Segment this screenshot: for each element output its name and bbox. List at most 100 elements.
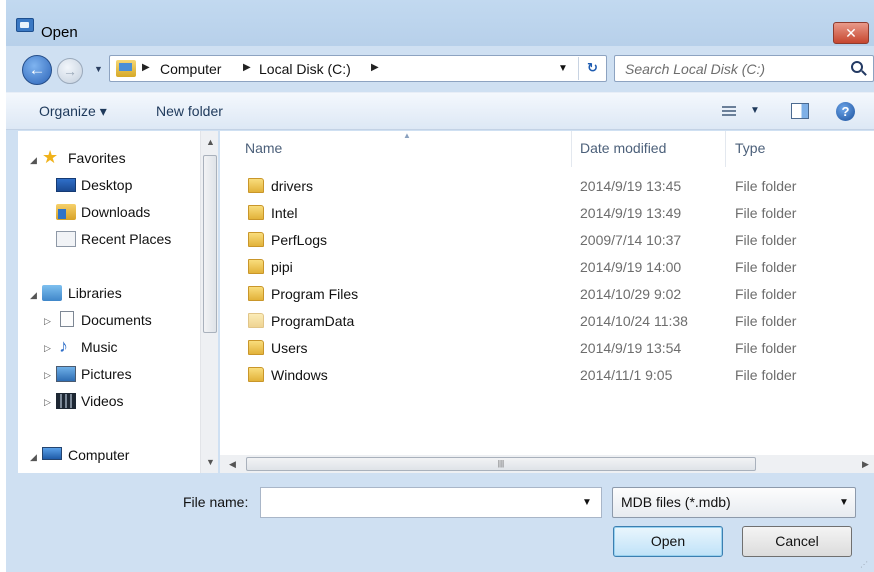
nav-scrollbar[interactable]: ▲ ▼ xyxy=(200,131,218,473)
cancel-button[interactable]: Cancel xyxy=(742,526,852,557)
file-date: 2014/9/19 13:45 xyxy=(580,178,682,194)
file-name: Users xyxy=(271,340,308,356)
scroll-right-icon[interactable]: ▶ xyxy=(862,459,869,470)
recent-locations-dropdown[interactable]: ▼ xyxy=(94,64,103,74)
file-type: File folder xyxy=(735,259,797,275)
music-icon: ♪ xyxy=(59,336,68,356)
horizontal-scroll-thumb[interactable]: ||| xyxy=(246,457,756,471)
back-button[interactable]: ← xyxy=(22,55,52,85)
expand-arrow-icon[interactable]: ▷ xyxy=(44,343,51,354)
file-type: File folder xyxy=(735,205,797,221)
file-type: File folder xyxy=(735,286,797,302)
change-view-icon[interactable] xyxy=(722,106,736,117)
file-row[interactable]: drivers 2014/9/19 13:45 File folder xyxy=(220,172,874,199)
file-name: PerfLogs xyxy=(271,232,328,248)
computer-location-icon xyxy=(116,60,136,77)
expand-arrow-icon[interactable]: ▷ xyxy=(44,370,51,381)
view-options-dropdown-icon[interactable]: ▼ xyxy=(750,105,760,116)
file-type: File folder xyxy=(735,340,797,356)
expand-arrow-icon[interactable]: ▷ xyxy=(44,397,51,408)
file-row[interactable]: Users 2014/9/19 13:54 File folder xyxy=(220,334,874,361)
collapse-arrow-icon[interactable]: ◢ xyxy=(30,290,37,301)
videos-icon xyxy=(56,393,76,409)
collapse-arrow-icon[interactable]: ◢ xyxy=(30,155,37,166)
pictures-icon xyxy=(56,366,76,382)
file-name: Windows xyxy=(271,367,328,383)
refresh-button[interactable]: ↻ xyxy=(578,57,606,80)
libraries-icon xyxy=(42,285,62,301)
folder-icon xyxy=(248,232,264,247)
file-list: ▲ Name Date modified Type drivers 2014/9… xyxy=(220,131,874,473)
folder-icon xyxy=(248,286,264,301)
scroll-down-icon[interactable]: ▼ xyxy=(206,457,215,467)
file-row[interactable]: ProgramData 2014/10/24 11:38 File folder xyxy=(220,307,874,334)
open-button[interactable]: Open xyxy=(613,526,723,557)
file-type: File folder xyxy=(735,367,797,383)
column-divider[interactable] xyxy=(725,131,726,167)
help-icon[interactable]: ? xyxy=(836,102,855,121)
collapse-arrow-icon[interactable]: ◢ xyxy=(30,452,37,463)
nav-pictures[interactable]: Pictures xyxy=(81,366,132,382)
file-row[interactable]: Program Files 2014/10/29 9:02 File folde… xyxy=(220,280,874,307)
documents-icon xyxy=(60,311,74,327)
file-type-filter[interactable]: MDB files (*.mdb) ▼ xyxy=(612,487,856,518)
horizontal-scrollbar[interactable]: ◀ ||| ▶ xyxy=(220,455,874,473)
preview-pane-icon[interactable] xyxy=(791,103,809,119)
favorites-star-icon: ★ xyxy=(42,147,59,167)
nav-downloads[interactable]: Downloads xyxy=(81,204,150,220)
file-name: pipi xyxy=(271,259,293,275)
file-date: 2014/9/19 14:00 xyxy=(580,259,682,275)
expand-arrow-icon[interactable]: ▷ xyxy=(44,316,51,327)
file-name: ProgramData xyxy=(271,313,355,329)
open-dialog: Open ✕ ← → ▼ ▶ Computer ▶ Local Disk (C:… xyxy=(6,0,874,572)
breadcrumb-separator-icon[interactable]: ▶ xyxy=(243,62,251,73)
file-name-input[interactable] xyxy=(260,487,602,518)
forward-button[interactable]: → xyxy=(57,58,83,84)
nav-documents[interactable]: Documents xyxy=(81,312,152,328)
back-arrow-icon: ← xyxy=(28,60,46,79)
file-row[interactable]: Intel 2014/9/19 13:49 File folder xyxy=(220,199,874,226)
file-name-label: File name: xyxy=(183,494,249,510)
nav-computer[interactable]: Computer xyxy=(68,447,129,463)
address-bar[interactable]: ▶ Computer ▶ Local Disk (C:) ▶ ▼ ↻ xyxy=(109,55,607,82)
scroll-left-icon[interactable]: ◀ xyxy=(229,459,236,470)
file-type: File folder xyxy=(735,313,797,329)
file-date: 2009/7/14 10:37 xyxy=(580,232,682,248)
file-name-dropdown-icon[interactable]: ▼ xyxy=(582,497,592,508)
breadcrumb-separator-icon[interactable]: ▶ xyxy=(371,62,379,73)
resize-grip-icon[interactable]: ⋰ xyxy=(860,560,868,569)
breadcrumb-separator-icon[interactable]: ▶ xyxy=(142,62,150,73)
folder-icon xyxy=(248,205,264,220)
file-row[interactable]: PerfLogs 2009/7/14 10:37 File folder xyxy=(220,226,874,253)
scroll-up-icon[interactable]: ▲ xyxy=(206,137,215,147)
file-date: 2014/9/19 13:49 xyxy=(580,205,682,221)
new-folder-button[interactable]: New folder xyxy=(156,103,223,119)
column-header-type[interactable]: Type xyxy=(735,140,765,156)
downloads-icon xyxy=(56,204,76,220)
column-header-name[interactable]: Name xyxy=(245,140,282,156)
address-dropdown-icon[interactable]: ▼ xyxy=(558,63,568,74)
search-box[interactable] xyxy=(614,55,874,82)
chevron-down-icon[interactable]: ▼ xyxy=(839,497,849,508)
nav-videos[interactable]: Videos xyxy=(81,393,124,409)
forward-arrow-icon: → xyxy=(63,63,77,79)
nav-libraries[interactable]: Libraries xyxy=(68,285,122,301)
file-type: File folder xyxy=(735,232,797,248)
search-icon[interactable] xyxy=(851,61,863,73)
nav-recent-places[interactable]: Recent Places xyxy=(81,231,171,247)
nav-music[interactable]: Music xyxy=(81,339,118,355)
file-row[interactable]: pipi 2014/9/19 14:00 File folder xyxy=(220,253,874,280)
organize-button[interactable]: Organize ▾ xyxy=(39,103,107,120)
column-header-date-modified[interactable]: Date modified xyxy=(580,140,666,156)
nav-desktop[interactable]: Desktop xyxy=(81,177,132,193)
column-divider[interactable] xyxy=(571,131,572,167)
breadcrumb-local-disk[interactable]: Local Disk (C:) xyxy=(259,61,351,77)
breadcrumb-computer[interactable]: Computer xyxy=(160,61,221,77)
search-input[interactable] xyxy=(623,59,838,79)
close-button[interactable]: ✕ xyxy=(833,22,869,44)
nav-favorites[interactable]: Favorites xyxy=(68,150,126,166)
title-bar: Open ✕ xyxy=(6,0,874,46)
file-row[interactable]: Windows 2014/11/1 9:05 File folder xyxy=(220,361,874,388)
window-title: Open xyxy=(41,24,78,41)
nav-scroll-thumb[interactable] xyxy=(203,155,217,333)
